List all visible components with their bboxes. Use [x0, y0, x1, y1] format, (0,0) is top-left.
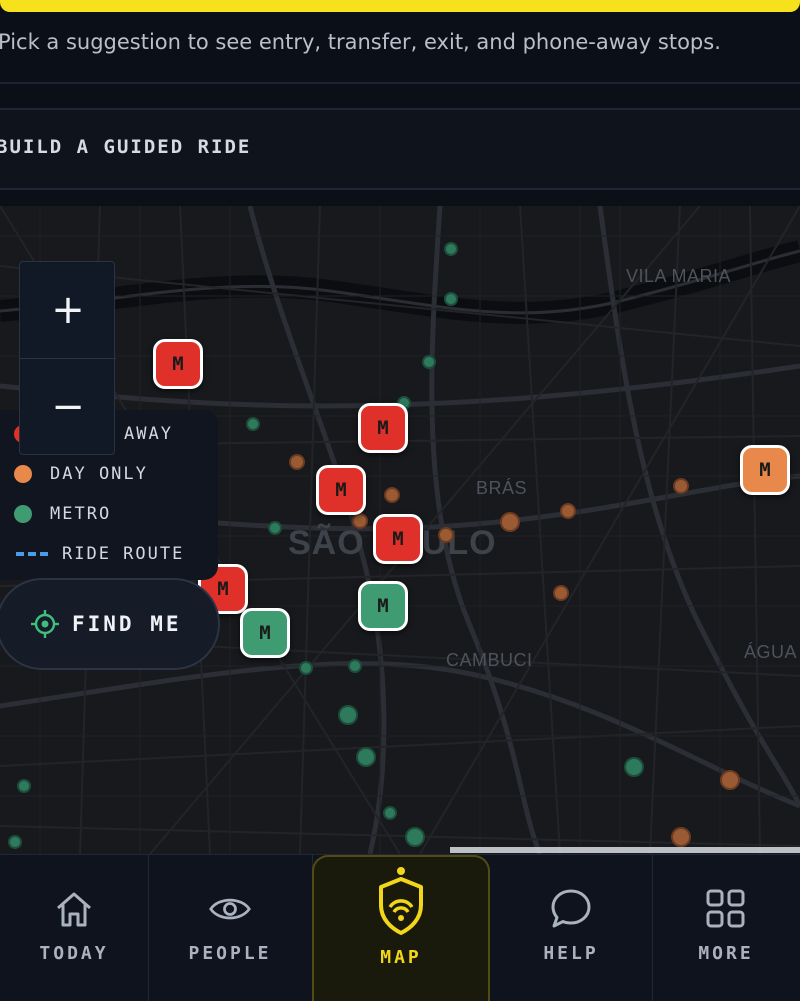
district-label: ÁGUA — [744, 642, 798, 662]
metro-stop-dot[interactable] — [246, 417, 260, 431]
nav-tab-people[interactable]: PEOPLE — [148, 855, 313, 1001]
find-me-button[interactable]: FIND ME — [0, 578, 220, 670]
day-only-stop-dot[interactable] — [553, 585, 569, 601]
day-only-stop-dot[interactable] — [289, 454, 305, 470]
zoom-in-button[interactable]: + — [20, 262, 116, 358]
home-icon — [52, 887, 96, 931]
nav-tab-help[interactable]: HELP — [490, 855, 653, 1001]
legend-item-ride-route: RIDE ROUTE — [14, 544, 184, 564]
nav-tab-today[interactable]: TODAY — [0, 855, 149, 1001]
metro-stop-dot[interactable] — [338, 705, 358, 725]
district-label: BRÁS — [476, 478, 528, 498]
legend-route-dash — [16, 552, 48, 556]
bottom-nav: TODAY PEOPLE MAP HELP MORE — [0, 854, 800, 1001]
zoom-control: + − — [19, 261, 116, 455]
district-label: VILA MARIA — [626, 266, 732, 286]
zoom-out-button[interactable]: − — [20, 359, 116, 455]
day-only-stop-dot[interactable] — [384, 487, 400, 503]
day-only-stop-dot[interactable] — [352, 513, 368, 529]
metro-pin-phone-away[interactable]: M — [373, 514, 423, 564]
metro-stop-dot[interactable] — [444, 292, 458, 306]
legend-label: METRO — [50, 504, 112, 524]
metro-stop-dot[interactable] — [348, 659, 362, 673]
legend-label: AWAY — [124, 424, 173, 444]
day-only-stop-dot[interactable] — [500, 512, 520, 532]
day-only-stop-dot[interactable] — [438, 527, 454, 543]
metro-pin-phone-away[interactable]: M — [153, 339, 203, 389]
build-guided-ride-label: BUILD A GUIDED RIDE — [0, 136, 252, 158]
find-me-label: FIND ME — [72, 612, 182, 636]
nav-label: PEOPLE — [188, 943, 272, 964]
day-only-stop-dot[interactable] — [673, 478, 689, 494]
metro-stop-dot[interactable] — [405, 827, 425, 847]
nav-label: MAP — [380, 947, 422, 968]
metro-pin-day-only[interactable]: M — [740, 445, 790, 495]
day-only-stop-dot[interactable] — [671, 827, 691, 847]
legend-item-day-only: DAY ONLY — [14, 464, 148, 484]
nav-label: TODAY — [39, 943, 109, 964]
metro-stop-dot[interactable] — [17, 779, 31, 793]
legend-swatch — [14, 465, 32, 483]
day-only-stop-dot[interactable] — [560, 503, 576, 519]
chat-bubble-icon — [549, 887, 593, 931]
metro-stop-dot[interactable] — [356, 747, 376, 767]
hint-text: Pick a suggestion to see entry, transfer… — [0, 30, 721, 54]
metro-stop-dot[interactable] — [422, 355, 436, 369]
nav-tab-more[interactable]: MORE — [652, 855, 800, 1001]
eye-icon — [208, 887, 252, 931]
metro-stop-dot[interactable] — [8, 835, 22, 849]
legend-item-metro: METRO — [14, 504, 111, 524]
build-guided-ride-button[interactable]: BUILD A GUIDED RIDE — [0, 108, 800, 190]
metro-pin-phone-away[interactable]: M — [316, 465, 366, 515]
metro-stop-dot[interactable] — [444, 242, 458, 256]
day-only-stop-dot[interactable] — [720, 770, 740, 790]
metro-pin-metro[interactable]: M — [240, 608, 290, 658]
nav-tab-map[interactable]: MAP — [312, 855, 490, 1001]
map-attribution-bar — [450, 847, 800, 853]
metro-stop-dot[interactable] — [624, 757, 644, 777]
divider — [0, 82, 800, 84]
legend-label: RIDE ROUTE — [62, 544, 185, 564]
metro-stop-dot[interactable] — [299, 661, 313, 675]
legend-label: DAY ONLY — [50, 464, 148, 484]
nav-label: MORE — [698, 943, 754, 964]
nav-label: HELP — [543, 943, 599, 964]
metro-pin-metro[interactable]: M — [358, 581, 408, 631]
locate-icon — [30, 609, 60, 639]
map-view[interactable]: VILA MARIA BRÁS SÃO PAULO CAMBUCI ÁGUA M… — [0, 206, 800, 854]
metro-pin-phone-away[interactable]: M — [358, 403, 408, 453]
metro-stop-dot[interactable] — [268, 521, 282, 535]
legend-swatch — [14, 505, 32, 523]
grid-icon — [704, 887, 748, 931]
district-label: CAMBUCI — [446, 650, 533, 670]
metro-stop-dot[interactable] — [383, 806, 397, 820]
top-accent-bar — [0, 0, 800, 12]
shield-signal-icon — [373, 865, 429, 937]
